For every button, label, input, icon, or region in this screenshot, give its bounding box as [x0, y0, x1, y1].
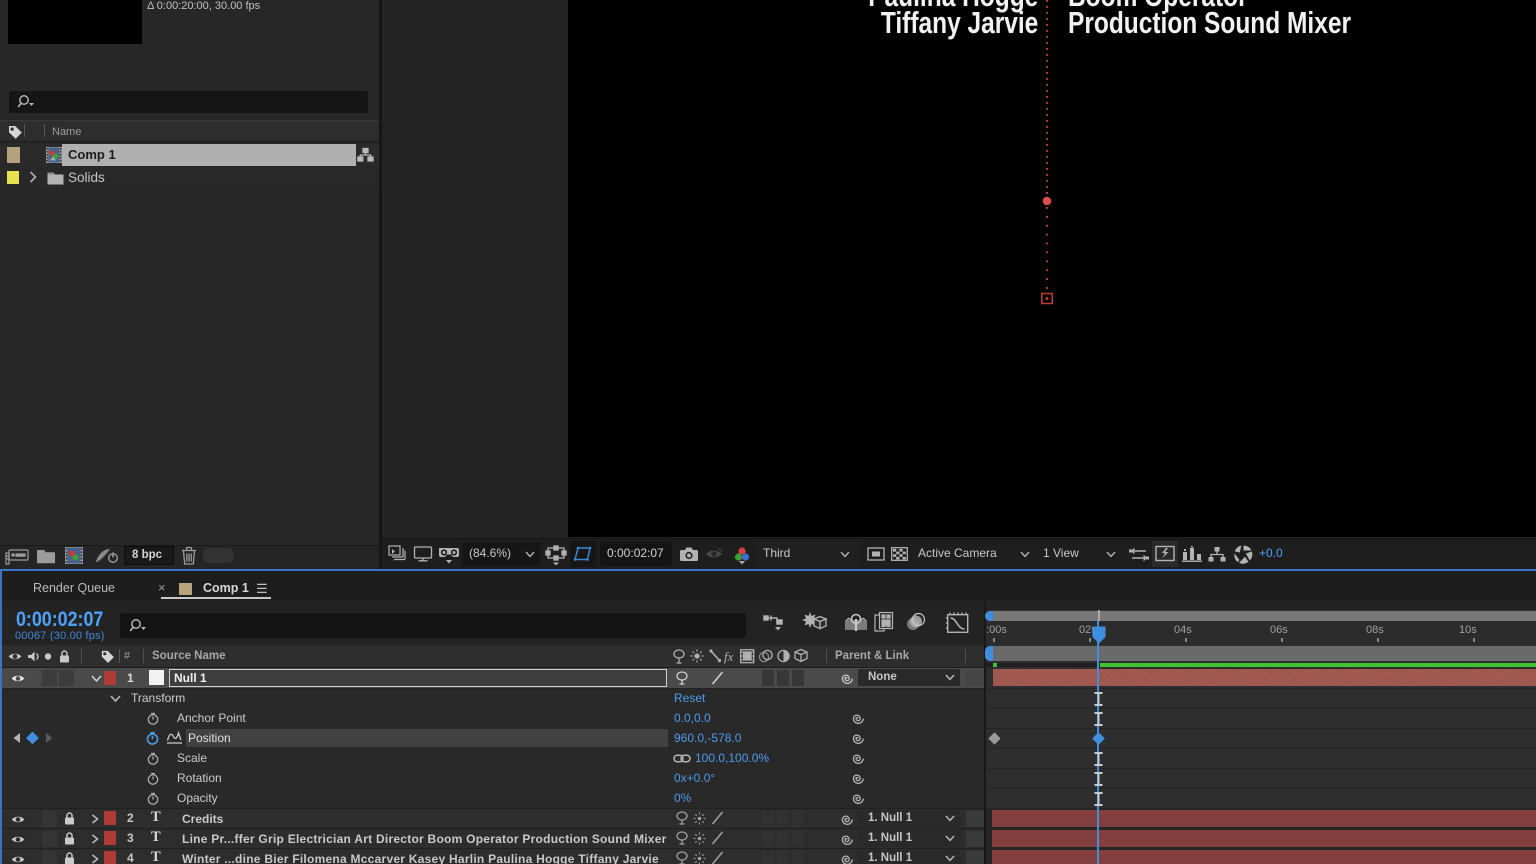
svg-text:fx: fx [724, 649, 734, 664]
